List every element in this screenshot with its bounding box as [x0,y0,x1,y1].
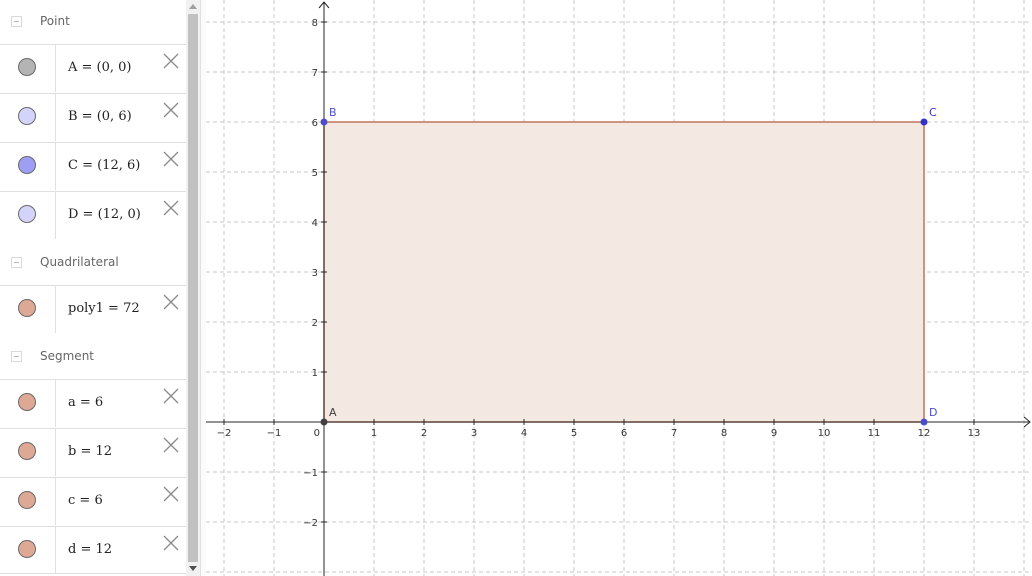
algebra-view: Point A = (0, 0) B = (0, 6) C = (12, 6) [0,0,186,576]
visibility-marble-icon[interactable] [18,491,36,509]
delete-icon[interactable] [162,293,180,311]
group-title: Segment [40,349,94,363]
algebra-item-c[interactable]: c = 6 [0,477,186,525]
y-tick-label: −1 [303,468,318,479]
marble-cell [0,527,56,574]
x-tick-label: −1 [267,428,282,439]
marble-cell [0,143,56,190]
y-tick-label: 5 [312,168,318,179]
group-header-point[interactable]: Point [0,0,186,44]
x-tick-label: 11 [868,428,881,439]
collapse-icon[interactable] [11,16,22,27]
visibility-marble-icon[interactable] [18,442,36,460]
marble-cell [0,94,56,141]
x-tick-label: −2 [217,428,232,439]
scroll-up-arrow-icon[interactable] [189,4,197,9]
graphics-canvas[interactable]: −2 −1 0 1 2 3 4 5 6 7 8 9 10 11 12 13−2−112345678 AB CD [206,0,1032,576]
point-label-A: A [329,406,337,419]
point-D[interactable] [920,418,928,426]
x-tick-label: 0 [314,428,320,439]
geogebra-app: Point A = (0, 0) B = (0, 6) C = (12, 6) [0,0,1032,576]
point-C[interactable] [920,118,928,126]
marble-cell [0,286,56,333]
y-tick-label: 4 [312,218,318,229]
x-tick-label: 6 [621,428,627,439]
algebra-item-A[interactable]: A = (0, 0) [0,44,186,92]
y-tick-label: 6 [312,118,318,129]
visibility-marble-icon[interactable] [18,540,36,558]
delete-icon[interactable] [162,387,180,405]
marble-cell [0,45,56,92]
point-A[interactable] [320,418,328,426]
point-label-B: B [329,106,337,119]
algebra-item-text[interactable]: d = 12 [68,542,112,557]
algebra-item-text[interactable]: A = (0, 0) [68,60,132,75]
algebra-item-B[interactable]: B = (0, 6) [0,93,186,141]
delete-icon[interactable] [162,199,180,217]
visibility-marble-icon[interactable] [18,156,36,174]
visibility-marble-icon[interactable] [18,58,36,76]
x-tick-label: 1 [371,428,377,439]
point-label-C: C [929,106,937,119]
x-tick-label: 13 [968,428,981,439]
x-tick-label: 3 [471,428,477,439]
group-header-quadrilateral[interactable]: Quadrilateral [0,241,186,285]
algebra-item-D[interactable]: D = (12, 0) [0,191,186,239]
delete-icon[interactable] [162,534,180,552]
y-tick-label: 7 [312,68,318,79]
x-tick-label: 8 [721,428,727,439]
point-label-D: D [929,406,937,419]
x-tick-label: 10 [818,428,831,439]
x-tick-label: 9 [771,428,777,439]
y-tick-label: 3 [312,268,318,279]
visibility-marble-icon[interactable] [18,299,36,317]
marble-cell [0,429,56,476]
delete-icon[interactable] [162,52,180,70]
x-tick-label: 4 [521,428,527,439]
algebra-item-d[interactable]: d = 12 [0,526,186,574]
delete-icon[interactable] [162,436,180,454]
group-title: Quadrilateral [40,255,119,269]
visibility-marble-icon[interactable] [18,107,36,125]
x-tick-label: 5 [571,428,577,439]
visibility-marble-icon[interactable] [18,393,36,411]
point-B[interactable] [320,118,328,126]
algebra-item-b[interactable]: b = 12 [0,428,186,476]
algebra-item-text[interactable]: c = 6 [68,493,103,508]
group-header-segment[interactable]: Segment [0,335,186,379]
y-tick-label: 8 [312,18,318,29]
visibility-marble-icon[interactable] [18,205,36,223]
graphics-view[interactable]: −2 −1 0 1 2 3 4 5 6 7 8 9 10 11 12 13 −2 −1 1 2 3 4 5 6 7 8 ABCD [206,0,1032,576]
x-tick-label: 7 [671,428,677,439]
y-tick-label: 1 [312,368,318,379]
y-tick-label: −2 [303,518,318,529]
polygon-poly1[interactable] [323,121,925,423]
y-tick-label: 2 [312,318,318,329]
x-tick-label: 2 [421,428,427,439]
delete-icon[interactable] [162,150,180,168]
marble-cell [0,380,56,427]
algebra-item-a[interactable]: a = 6 [0,379,186,427]
algebra-item-C[interactable]: C = (12, 6) [0,142,186,190]
algebra-item-text[interactable]: B = (0, 6) [68,109,132,124]
algebra-scrollbar[interactable] [186,0,200,576]
group-title: Point [40,14,70,28]
x-tick-label: 12 [918,428,931,439]
algebra-item-text[interactable]: C = (12, 6) [68,158,140,173]
algebra-item-text[interactable]: a = 6 [68,395,103,410]
delete-icon[interactable] [162,101,180,119]
algebra-item-text[interactable]: b = 12 [68,444,112,459]
algebra-item-text[interactable]: D = (12, 0) [68,207,141,222]
algebra-item-poly1[interactable]: poly1 = 72 [0,285,186,333]
collapse-icon[interactable] [11,351,22,362]
scroll-down-arrow-icon[interactable] [189,566,197,571]
collapse-icon[interactable] [11,257,22,268]
algebra-item-text[interactable]: poly1 = 72 [68,301,140,316]
delete-icon[interactable] [162,485,180,503]
marble-cell [0,478,56,525]
marble-cell [0,192,56,239]
scrollbar-thumb[interactable] [188,14,198,562]
